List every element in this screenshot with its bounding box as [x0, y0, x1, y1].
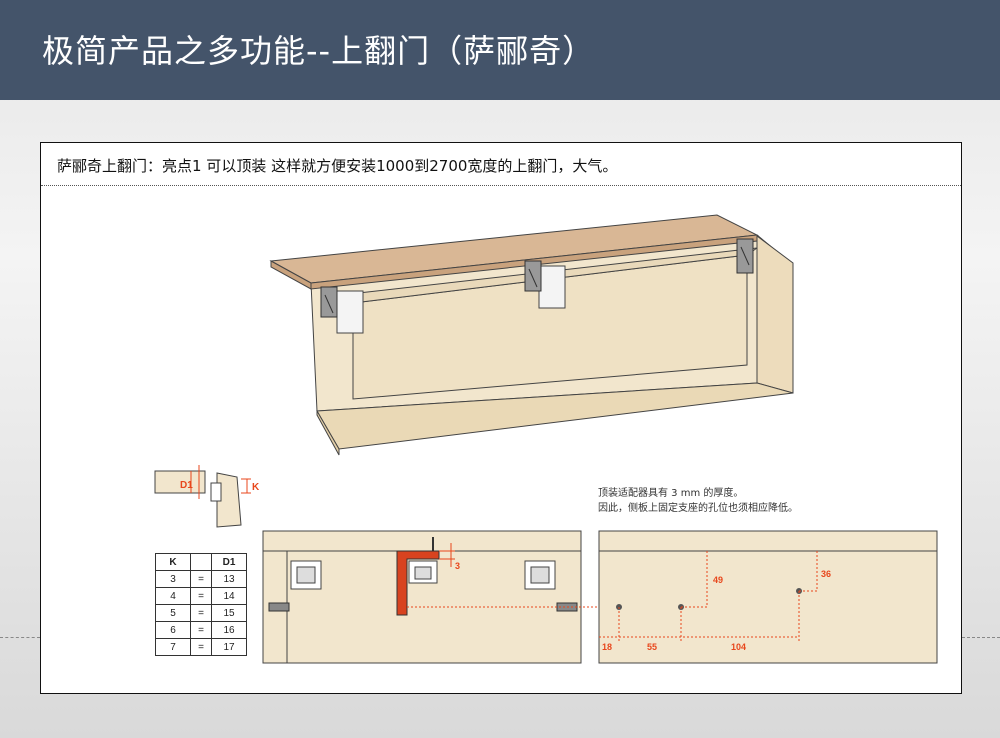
section-view: 3	[262, 530, 621, 664]
table-cell-eq: =	[190, 604, 212, 622]
table-cell-eq: =	[190, 638, 212, 656]
table-cell-d1: 17	[211, 638, 247, 656]
table-cell-d1: 16	[211, 621, 247, 639]
label-dim-18: 18	[602, 642, 612, 652]
table-cell-k: 6	[155, 621, 191, 639]
table-header-k: K	[155, 553, 191, 571]
table-cell-d1: 15	[211, 604, 247, 622]
label-dim-49: 49	[713, 575, 723, 585]
guide-line-left	[0, 637, 40, 639]
side-view: 49 36 18 55 104	[598, 530, 938, 664]
table-cell-k: 4	[155, 587, 191, 605]
content-frame: 萨郦奇上翻门：亮点1 可以顶装 这样就方便安装1000到2700宽度的上翻门，大…	[40, 142, 962, 694]
table-cell-eq: =	[190, 570, 212, 588]
label-k: K	[252, 482, 260, 493]
table-cell-k: 3	[155, 570, 191, 588]
label-dim-36: 36	[821, 569, 831, 579]
d1-k-detail: D1 K	[154, 465, 260, 528]
table-row: 5 = 15	[155, 604, 247, 622]
note-line-1: 顶装适配器具有 3 mm 的厚度。	[598, 488, 744, 499]
table-row: 4 = 14	[155, 587, 247, 605]
table-cell-eq: =	[190, 621, 212, 639]
table-row: 6 = 16	[155, 621, 247, 639]
lift-mechanism-right	[736, 238, 754, 274]
label-dim-3: 3	[455, 561, 460, 571]
page-title: 极简产品之多功能--上翻门（萨郦奇）	[42, 32, 596, 70]
table-header-eq	[190, 553, 212, 571]
k-d1-table: K D1 3 = 13 4 = 14 5 = 15 6 = 16 7 = 17	[155, 553, 247, 656]
label-d1: D1	[180, 480, 193, 491]
table-cell-k: 7	[155, 638, 191, 656]
adapter-note: 顶装适配器具有 3 mm 的厚度。 因此，侧板上固定支座的孔位也须相应降低。	[598, 486, 798, 516]
note-line-2: 因此，侧板上固定支座的孔位也须相应降低。	[598, 503, 798, 514]
table-header-d1: D1	[211, 553, 247, 571]
table-cell-k: 5	[155, 604, 191, 622]
table-header-row: K D1	[155, 553, 247, 571]
table-row: 3 = 13	[155, 570, 247, 588]
cabinet-illustration	[269, 214, 794, 456]
label-dim-55: 55	[647, 642, 657, 652]
table-row: 7 = 17	[155, 638, 247, 656]
label-dim-104: 104	[731, 642, 746, 652]
table-cell-d1: 14	[211, 587, 247, 605]
table-cell-eq: =	[190, 587, 212, 605]
guide-line-right	[962, 637, 1000, 639]
table-cell-d1: 13	[211, 570, 247, 588]
title-bar: 极简产品之多功能--上翻门（萨郦奇）	[0, 0, 1000, 100]
